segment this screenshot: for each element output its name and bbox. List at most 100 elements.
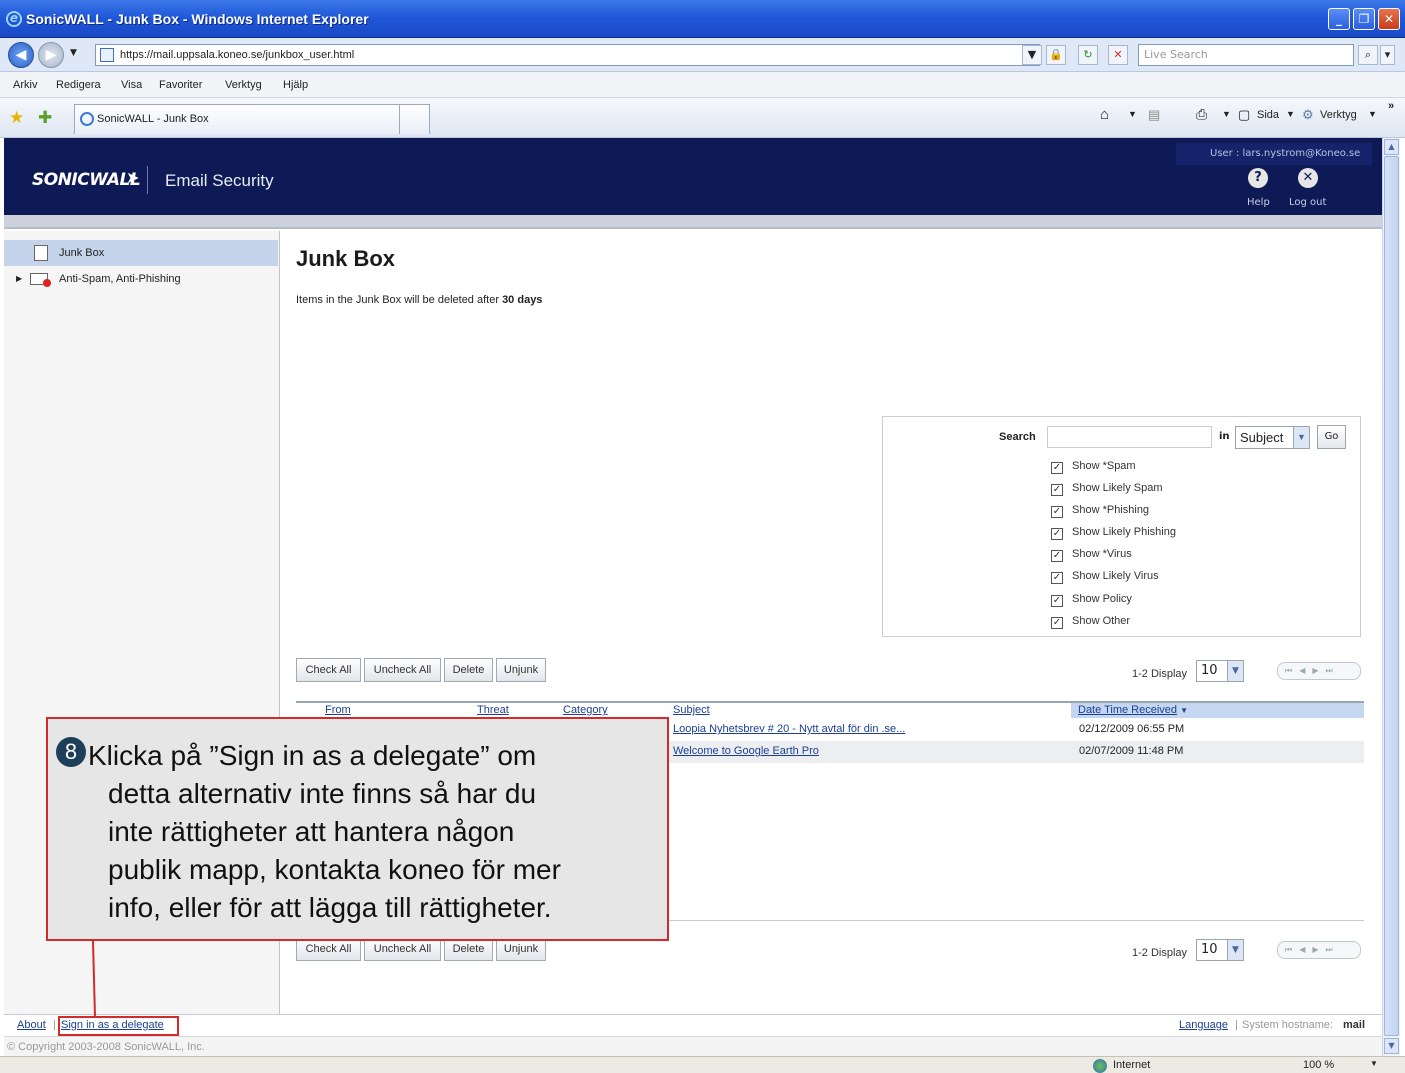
sidebar-item-junk-box[interactable]: Junk Box (4, 240, 278, 266)
callout-text: Klicka på ”Sign in as a delegate” om det… (88, 737, 658, 927)
refresh-icon[interactable]: ↻ (1078, 45, 1098, 65)
unjunk-button[interactable]: Unjunk (496, 658, 546, 682)
chevron-down-icon[interactable]: ▼ (1227, 940, 1243, 960)
filter-label: Show Policy (1072, 593, 1132, 605)
logout-link[interactable]: Log out (1289, 197, 1326, 208)
favorites-star-icon[interactable]: ★ (9, 108, 24, 128)
checkbox-checked-icon[interactable]: ✓ (1051, 462, 1063, 474)
help-icon[interactable]: ? (1248, 168, 1268, 188)
address-dropdown-icon[interactable]: ▼ (1022, 45, 1042, 65)
menu-edit[interactable]: Redigera (56, 79, 101, 91)
browser-tab[interactable]: SonicWALL - Junk Box (74, 104, 430, 134)
forward-button[interactable]: ▶ (38, 42, 64, 68)
logout-icon[interactable]: ✕ (1298, 168, 1318, 188)
checkbox-checked-icon[interactable]: ✓ (1051, 617, 1063, 629)
print-icon[interactable]: ⎙ (1196, 106, 1207, 123)
page-menu[interactable]: Sida (1257, 109, 1279, 121)
product-name: Email Security (165, 171, 274, 190)
checkbox-checked-icon[interactable]: ✓ (1051, 595, 1063, 607)
callout-line: info, eller för att lägga till rättighet… (108, 892, 552, 923)
display-count-select[interactable]: 10 ▼ (1196, 660, 1244, 682)
delete-button[interactable]: Delete (444, 658, 493, 682)
checkbox-checked-icon[interactable]: ✓ (1051, 484, 1063, 496)
filter-phishing[interactable]: ✓ Show *Phishing (1051, 504, 1149, 518)
go-button[interactable]: Go (1317, 425, 1346, 449)
menu-help[interactable]: Hjälp (283, 79, 308, 91)
print-dropdown-icon[interactable]: ▼ (1222, 109, 1231, 119)
pagination-icon[interactable]: ⏮◀▶⏭ (1277, 662, 1361, 680)
filter-spam[interactable]: ✓ Show *Spam (1051, 460, 1136, 474)
block-badge-icon (43, 279, 51, 287)
row-subject-link[interactable]: Loopia Nyhetsbrev # 20 - Nytt avtal för … (673, 723, 905, 735)
checkbox-checked-icon[interactable]: ✓ (1051, 528, 1063, 540)
sidebar-item-label: Junk Box (59, 247, 105, 259)
language-link[interactable]: Language (1179, 1019, 1228, 1031)
feeds-icon[interactable]: ▤ (1148, 107, 1160, 123)
filter-likely-phishing[interactable]: ✓ Show Likely Phishing (1051, 526, 1176, 540)
back-button[interactable]: ◀ (8, 42, 34, 68)
add-favorite-icon[interactable]: ✚ (38, 108, 52, 128)
row-subject-link[interactable]: Welcome to Google Earth Pro (673, 745, 819, 757)
help-link[interactable]: Help (1247, 197, 1270, 208)
menu-favorites[interactable]: Favoriter (159, 79, 202, 91)
chevron-down-icon[interactable]: ▼ (1227, 661, 1243, 681)
col-date[interactable]: Date Time Received ▼ (1071, 703, 1364, 718)
filter-likely-virus[interactable]: ✓ Show Likely Virus (1051, 570, 1159, 584)
col-from[interactable]: From (325, 704, 351, 716)
more-chevron-icon[interactable]: » (1388, 100, 1394, 112)
filter-likely-spam[interactable]: ✓ Show Likely Spam (1051, 482, 1163, 496)
filter-other[interactable]: ✓ Show Other (1051, 615, 1130, 629)
address-toolbar: ◀ ▶ ▼ https://mail.uppsala.koneo.se/junk… (0, 38, 1405, 72)
maximize-button[interactable]: ❐ (1353, 8, 1375, 30)
check-all-button[interactable]: Check All (296, 658, 361, 682)
page-dropdown-icon[interactable]: ▼ (1286, 109, 1295, 119)
search-input[interactable] (1047, 426, 1212, 448)
tools-gear-icon[interactable]: ⚙ (1302, 107, 1314, 123)
window-title-bar: e SonicWALL - Junk Box - Windows Interne… (0, 0, 1405, 38)
page-menu-icon[interactable]: ▢ (1238, 107, 1250, 123)
stop-icon[interactable]: ✕ (1108, 45, 1128, 65)
minimize-button[interactable]: _ (1328, 8, 1350, 30)
home-dropdown-icon[interactable]: ▼ (1128, 109, 1137, 119)
lock-icon[interactable]: 🔒 (1046, 45, 1066, 65)
address-input[interactable]: https://mail.uppsala.koneo.se/junkbox_us… (95, 44, 1040, 66)
vertical-scrollbar[interactable]: ▲ ▼ (1382, 138, 1400, 1056)
scroll-thumb[interactable] (1384, 156, 1399, 1036)
chevron-down-icon[interactable]: ▼ (1293, 427, 1309, 448)
pagination-icon[interactable]: ⏮◀▶⏭ (1277, 941, 1361, 959)
search-icon[interactable]: ⌕ (1358, 45, 1378, 65)
col-category[interactable]: Category (563, 704, 608, 716)
pager-range-bottom: 1-2 Display (1132, 947, 1188, 959)
col-subject[interactable]: Subject (673, 704, 710, 716)
menu-file[interactable]: Arkiv (13, 79, 37, 91)
tools-menu[interactable]: Verktyg (1320, 109, 1357, 121)
filter-policy[interactable]: ✓ Show Policy (1051, 593, 1132, 607)
col-threat[interactable]: Threat (477, 704, 509, 716)
live-search-input[interactable]: Live Search (1138, 44, 1354, 66)
tools-dropdown-icon[interactable]: ▼ (1368, 109, 1377, 119)
table-header: From Threat Category Subject Date Time R… (296, 701, 1364, 718)
zoom-dropdown-icon[interactable]: ▼ (1370, 1059, 1378, 1068)
filter-virus[interactable]: ✓ Show *Virus (1051, 548, 1132, 562)
home-icon[interactable]: ⌂ (1100, 106, 1109, 123)
scroll-down-icon[interactable]: ▼ (1384, 1038, 1399, 1054)
menu-tools[interactable]: Verktyg (225, 79, 262, 91)
history-dropdown-icon[interactable]: ▼ (70, 48, 77, 58)
checkbox-checked-icon[interactable]: ✓ (1051, 506, 1063, 518)
zone-label: Internet (1113, 1059, 1151, 1071)
filter-label: Show Likely Virus (1072, 570, 1159, 582)
zoom-label[interactable]: 100 % (1303, 1059, 1334, 1071)
display-count-select-bottom[interactable]: 10 ▼ (1196, 939, 1244, 961)
expand-arrow-icon[interactable]: ▶ (16, 266, 22, 292)
about-link[interactable]: About (17, 1019, 46, 1031)
sidebar-item-anti-spam[interactable]: ▶ Anti-Spam, Anti-Phishing (4, 266, 278, 292)
search-field-select[interactable]: Subject ▼ (1235, 426, 1310, 449)
checkbox-checked-icon[interactable]: ✓ (1051, 550, 1063, 562)
search-options-icon[interactable]: ▾ (1380, 45, 1395, 65)
menu-view[interactable]: Visa (121, 79, 142, 91)
close-window-button[interactable]: ✕ (1378, 8, 1400, 30)
checkbox-checked-icon[interactable]: ✓ (1051, 572, 1063, 584)
uncheck-all-button[interactable]: Uncheck All (364, 658, 441, 682)
scroll-up-icon[interactable]: ▲ (1384, 139, 1399, 155)
user-label: User : lars.nystrom@Koneo.se (1176, 143, 1372, 165)
